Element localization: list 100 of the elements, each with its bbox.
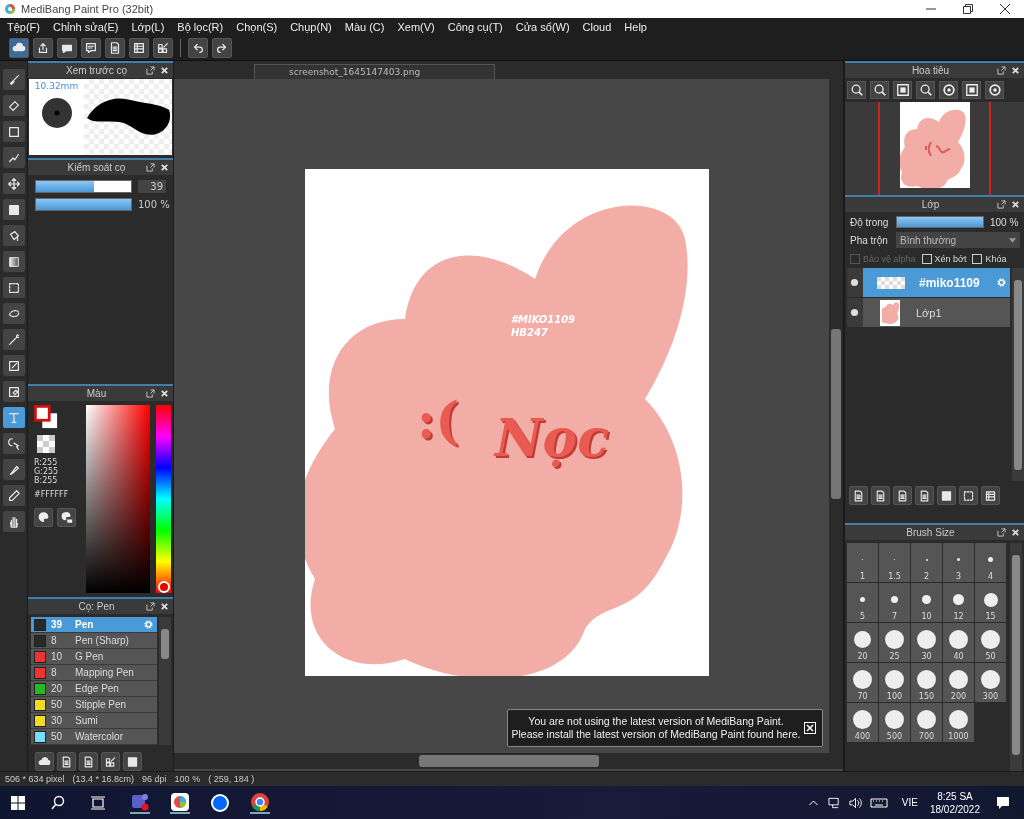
panel-button[interactable] bbox=[57, 752, 76, 771]
brush-size-preset[interactable]: 1 bbox=[847, 543, 878, 582]
tool-button[interactable] bbox=[2, 121, 25, 142]
toolbar-button[interactable] bbox=[188, 38, 208, 58]
layer-opacity-slider[interactable] bbox=[896, 216, 984, 229]
layer-button[interactable] bbox=[959, 486, 978, 506]
brush-size-preset[interactable]: 300 bbox=[975, 663, 1006, 702]
transparent-swatch-icon[interactable] bbox=[37, 434, 55, 453]
brush-list-item[interactable]: 30 Sumi bbox=[31, 713, 157, 729]
navigator-button[interactable] bbox=[985, 81, 1004, 99]
menu-item[interactable]: Tệp(F) bbox=[7, 21, 40, 33]
toolbar-button[interactable] bbox=[33, 38, 53, 58]
menu-item[interactable]: Lớp(L) bbox=[131, 21, 165, 33]
layer-option-checkbox[interactable]: Khóa bbox=[972, 254, 1007, 265]
undock-icon[interactable] bbox=[997, 528, 1006, 537]
settings-icon[interactable] bbox=[996, 277, 1007, 289]
app-icon[interactable] bbox=[170, 791, 190, 814]
menu-item[interactable]: Bộ lọc(R) bbox=[177, 21, 224, 33]
toolbar-button[interactable] bbox=[212, 38, 232, 58]
brush-size-preset[interactable]: 50 bbox=[975, 623, 1006, 662]
layer-button[interactable] bbox=[915, 486, 934, 506]
brush-list-item[interactable]: 20 Edge Pen bbox=[31, 681, 157, 697]
brush-size-preset[interactable]: 1000 bbox=[943, 703, 974, 742]
keyboard-icon[interactable] bbox=[869, 796, 888, 809]
tool-button[interactable] bbox=[2, 303, 25, 324]
horizontal-scrollbar[interactable] bbox=[174, 753, 843, 769]
tool-button[interactable] bbox=[2, 511, 25, 532]
tool-button[interactable] bbox=[2, 147, 25, 168]
visibility-dot-icon[interactable] bbox=[850, 278, 859, 288]
brush-size-preset[interactable]: 30 bbox=[911, 623, 942, 662]
chat-app-icon[interactable] bbox=[210, 792, 230, 813]
layer-item[interactable]: Lớp1 bbox=[847, 298, 1010, 328]
scrollbar[interactable] bbox=[1012, 268, 1024, 482]
color-swatch-icon[interactable] bbox=[34, 404, 58, 429]
size-slider[interactable] bbox=[35, 179, 132, 193]
layer-button[interactable] bbox=[849, 486, 868, 506]
brush-size-preset[interactable]: 70 bbox=[847, 663, 878, 702]
brush-list-item[interactable]: 8 Mapping Pen bbox=[31, 665, 157, 681]
panel-button[interactable] bbox=[123, 752, 142, 771]
layer-button[interactable] bbox=[981, 486, 1000, 506]
palette-button[interactable] bbox=[57, 507, 76, 527]
settings-icon[interactable] bbox=[143, 619, 154, 630]
brush-size-preset[interactable]: 25 bbox=[879, 623, 910, 662]
layer-option-checkbox[interactable]: Xén bớt bbox=[921, 254, 967, 265]
clock-date[interactable]: 18/02/2022 bbox=[929, 802, 980, 816]
undock-icon[interactable] bbox=[146, 602, 155, 611]
brush-size-preset[interactable]: 5 bbox=[847, 583, 878, 622]
undock-icon[interactable] bbox=[146, 66, 155, 75]
brush-list-item[interactable]: 39 Pen bbox=[31, 617, 157, 633]
undock-icon[interactable] bbox=[997, 200, 1006, 210]
panel-button[interactable] bbox=[101, 752, 120, 771]
toolbar-button[interactable] bbox=[9, 38, 29, 58]
scrollbar[interactable] bbox=[159, 617, 171, 745]
tool-button[interactable] bbox=[2, 329, 25, 350]
menu-item[interactable]: Cloud bbox=[582, 21, 612, 33]
navigator-button[interactable] bbox=[916, 81, 935, 99]
clock-time[interactable]: 8:25 SA bbox=[937, 789, 973, 803]
tool-button[interactable] bbox=[2, 199, 25, 220]
brush-size-preset[interactable]: 700 bbox=[911, 703, 942, 742]
menu-item[interactable]: Help bbox=[624, 21, 647, 33]
brush-size-preset[interactable]: 500 bbox=[879, 703, 910, 742]
brush-size-preset[interactable]: 1.5 bbox=[879, 543, 910, 582]
app-icon[interactable] bbox=[130, 791, 150, 814]
hue-slider[interactable] bbox=[155, 404, 171, 593]
layer-item[interactable]: #miko1109 bbox=[847, 268, 1010, 298]
undock-icon[interactable] bbox=[146, 162, 155, 172]
layer-button[interactable] bbox=[871, 486, 890, 506]
menu-item[interactable]: Xem(V) bbox=[397, 21, 435, 33]
brush-size-preset[interactable]: 200 bbox=[943, 663, 974, 702]
tool-button[interactable] bbox=[2, 225, 25, 246]
brush-size-preset[interactable]: 40 bbox=[943, 623, 974, 662]
close-icon[interactable] bbox=[1000, 4, 1010, 14]
brush-size-preset[interactable]: 3 bbox=[943, 543, 974, 582]
brush-size-preset[interactable]: 10 bbox=[911, 583, 942, 622]
navigator-button[interactable] bbox=[939, 81, 958, 99]
brush-list-item[interactable]: 50 Watercolor bbox=[31, 729, 157, 745]
toolbar-button[interactable] bbox=[57, 38, 77, 58]
tool-button[interactable] bbox=[2, 95, 25, 116]
toolbar-button[interactable] bbox=[129, 38, 149, 58]
menu-item[interactable]: Cửa sổ(W) bbox=[515, 21, 570, 33]
menu-item[interactable]: Chọn(S) bbox=[236, 21, 278, 33]
maximize-icon[interactable] bbox=[963, 4, 973, 14]
color-picker-area[interactable] bbox=[86, 404, 150, 593]
menu-item[interactable]: Công cụ(T) bbox=[447, 21, 503, 33]
tool-button[interactable] bbox=[2, 69, 25, 90]
brush-size-preset[interactable]: 100 bbox=[879, 663, 910, 702]
tool-button[interactable] bbox=[2, 459, 25, 480]
menu-item[interactable]: Chỉnh sửa(E) bbox=[53, 21, 119, 33]
browser-icon[interactable] bbox=[250, 791, 270, 814]
task-view-icon[interactable] bbox=[90, 794, 106, 811]
toolbar-button[interactable] bbox=[105, 38, 125, 58]
tool-button[interactable] bbox=[2, 277, 25, 298]
tool-button[interactable] bbox=[2, 381, 25, 402]
layer-button[interactable] bbox=[937, 486, 956, 506]
brush-size-preset[interactable]: 20 bbox=[847, 623, 878, 662]
tool-button[interactable] bbox=[2, 485, 25, 506]
menu-item[interactable]: Màu (C) bbox=[344, 21, 385, 33]
brush-size-preset[interactable]: 2 bbox=[911, 543, 942, 582]
navigator-button[interactable] bbox=[847, 81, 866, 99]
toolbar-button[interactable] bbox=[153, 38, 173, 58]
